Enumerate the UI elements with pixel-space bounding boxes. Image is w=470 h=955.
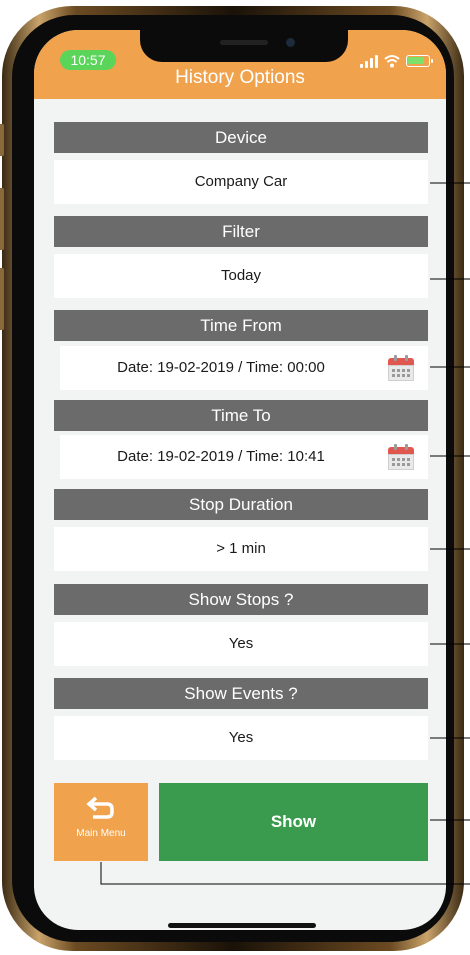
time-from-header: Time From <box>54 310 428 341</box>
home-indicator <box>168 923 316 928</box>
time-from-value: Date: 19-02-2019 / Time: 00:00 <box>117 359 325 376</box>
stop-duration-header: Stop Duration <box>54 489 428 520</box>
time-to-value: Date: 19-02-2019 / Time: 10:41 <box>117 448 325 465</box>
app-header: 10:57 History Options <box>34 30 446 99</box>
device-field[interactable]: Company Car <box>54 160 428 204</box>
back-arrow-icon <box>86 796 114 819</box>
front-camera <box>286 38 295 47</box>
filter-field[interactable]: Today <box>54 254 428 298</box>
speaker <box>220 40 268 45</box>
show-events-header: Show Events ? <box>54 678 428 709</box>
volume-up-button <box>0 188 4 250</box>
main-menu-label: Main Menu <box>76 828 126 839</box>
app-screen: 10:57 History Options Device Company Car… <box>34 30 446 930</box>
mute-switch <box>0 124 4 156</box>
stop-duration-field[interactable]: > 1 min <box>54 527 428 571</box>
page-title: History Options <box>175 67 305 88</box>
filter-header: Filter <box>54 216 428 247</box>
calendar-icon[interactable] <box>388 355 414 381</box>
time-from-field[interactable]: Date: 19-02-2019 / Time: 00:00 <box>60 346 428 390</box>
battery-icon <box>406 55 433 67</box>
notch <box>140 30 348 62</box>
show-stops-header: Show Stops ? <box>54 584 428 615</box>
time-to-field[interactable]: Date: 19-02-2019 / Time: 10:41 <box>60 435 428 479</box>
status-icons <box>360 54 433 68</box>
calendar-icon[interactable] <box>388 444 414 470</box>
show-button[interactable]: Show <box>159 783 428 861</box>
volume-down-button <box>0 268 4 330</box>
show-events-field[interactable]: Yes <box>54 716 428 760</box>
wifi-icon <box>384 55 400 68</box>
time-to-header: Time To <box>54 400 428 431</box>
show-stops-field[interactable]: Yes <box>54 622 428 666</box>
main-menu-button[interactable]: Main Menu <box>54 783 148 861</box>
device-header: Device <box>54 122 428 153</box>
